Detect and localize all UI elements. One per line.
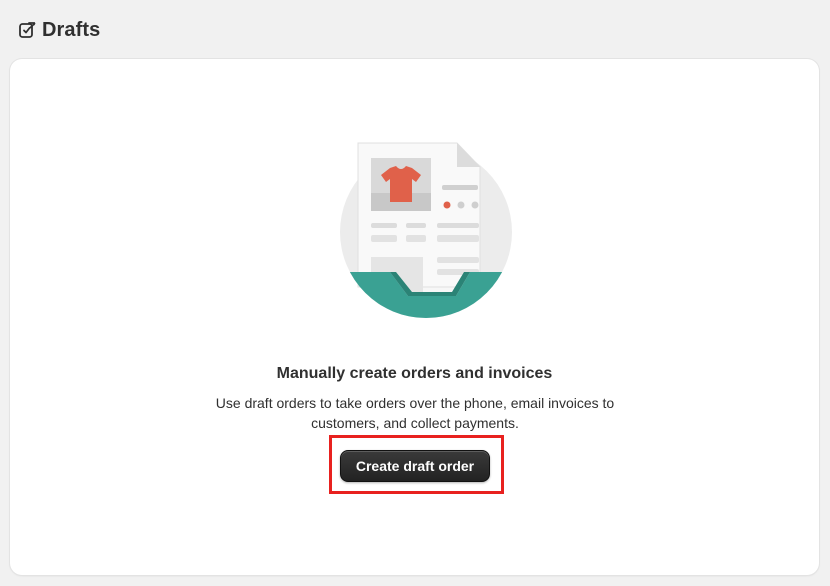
empty-state-card: Manually create orders and invoices Use … [10,59,819,575]
page-header: Drafts [18,16,100,44]
create-draft-order-button[interactable]: Create draft order [340,450,490,482]
draft-order-icon [18,21,36,39]
empty-state-heading: Manually create orders and invoices [276,365,553,382]
page-title: Drafts [42,18,101,41]
draft-invoice-illustration [330,137,520,322]
empty-state-description: Use draft orders to take orders over the… [215,395,615,431]
